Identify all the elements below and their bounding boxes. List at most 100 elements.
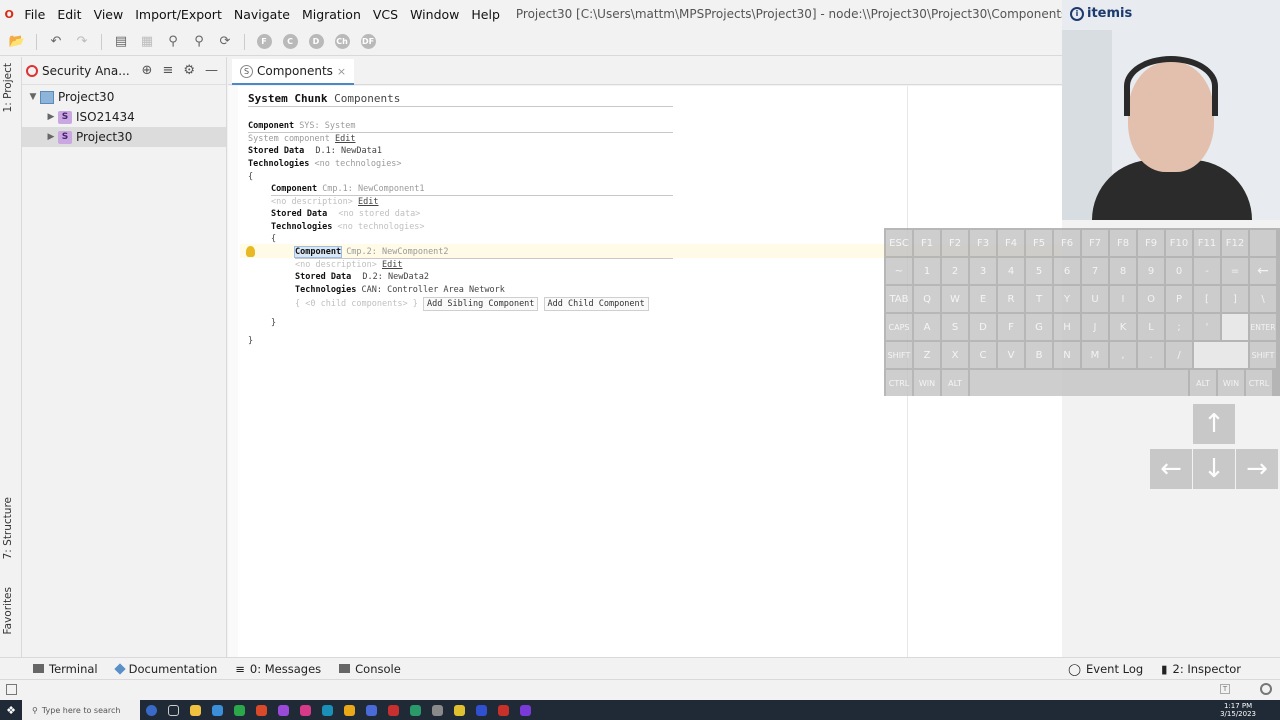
edit-link[interactable]: Edit [358, 197, 378, 207]
description-text[interactable]: <no description> [271, 197, 353, 207]
key[interactable]: F2 [942, 230, 968, 256]
key[interactable]: F7 [1082, 230, 1108, 256]
structure-tool-tab[interactable]: 7: Structure [2, 497, 14, 559]
memory-indicator-icon[interactable] [1260, 683, 1272, 695]
key[interactable]: D [970, 314, 996, 340]
project-tool-tab[interactable]: 1: Project [2, 63, 14, 112]
menu-navigate[interactable]: Navigate [228, 7, 296, 22]
undo-icon[interactable]: ↶ [45, 31, 67, 53]
find-icon[interactable]: ⚲ [162, 31, 184, 53]
key[interactable]: - [1194, 258, 1220, 284]
key[interactable]: C [970, 342, 996, 368]
menu-import-export[interactable]: Import/Export [129, 7, 228, 22]
taskbar-search-input[interactable]: ⚲ Type here to search [22, 700, 140, 720]
documentation-tab[interactable]: Documentation [107, 662, 227, 676]
technologies-value[interactable]: CAN: Controller Area Network [362, 285, 505, 295]
key[interactable]: L [1138, 314, 1164, 340]
key[interactable]: G [1026, 314, 1052, 340]
favorites-tool-tab[interactable]: Favorites [2, 587, 14, 634]
module-icon[interactable]: ▦ [136, 31, 158, 53]
ctrl-key[interactable]: CTRL [886, 370, 912, 396]
messages-tab[interactable]: ≡ 0: Messages [226, 662, 330, 676]
key[interactable]: [ [1194, 286, 1220, 312]
taskbar-app-icon[interactable] [250, 700, 272, 720]
win-key[interactable]: WIN [1218, 370, 1244, 396]
children-placeholder[interactable]: { <0 child components> } [295, 299, 418, 309]
win-key[interactable]: WIN [914, 370, 940, 396]
key[interactable]: 8 [1110, 258, 1136, 284]
key[interactable]: \ [1250, 286, 1276, 312]
key[interactable]: E [970, 286, 996, 312]
key[interactable]: A [914, 314, 940, 340]
stored-data-value[interactable]: D.1: NewData1 [315, 146, 382, 156]
key[interactable]: N [1054, 342, 1080, 368]
arrow-down-key[interactable]: ↓ [1193, 449, 1235, 489]
collapse-all-icon[interactable]: ≡ [162, 63, 173, 78]
taskbar-app-icon[interactable] [272, 700, 294, 720]
chevron-right-icon[interactable]: ▶ [44, 112, 58, 122]
terminal-tab[interactable]: Terminal [24, 662, 107, 676]
key[interactable]: B [1026, 342, 1052, 368]
taskbar-app-icon[interactable] [206, 700, 228, 720]
taskbar-app-icon[interactable] [492, 700, 514, 720]
key[interactable]: 5 [1026, 258, 1052, 284]
key[interactable]: I [1110, 286, 1136, 312]
taskbar-app-icon[interactable] [184, 700, 206, 720]
chevron-down-icon[interactable]: ▼ [26, 92, 40, 102]
tree-item-iso21434[interactable]: ▶ S ISO21434 [22, 107, 226, 127]
taskbar-app-icon[interactable] [448, 700, 470, 720]
key[interactable]: . [1138, 342, 1164, 368]
chunk-name[interactable]: Components [334, 92, 400, 105]
refresh-icon[interactable]: ⟳ [214, 31, 236, 53]
arrow-right-key[interactable]: → [1236, 449, 1278, 489]
key[interactable]: 3 [970, 258, 996, 284]
taskbar-app-icon[interactable] [316, 700, 338, 720]
shift-key[interactable]: SHIFT [886, 342, 912, 368]
key[interactable]: = [1222, 258, 1248, 284]
key[interactable]: Q [914, 286, 940, 312]
alt-key[interactable]: ALT [942, 370, 968, 396]
key[interactable]: H [1054, 314, 1080, 340]
cortana-icon[interactable] [140, 700, 162, 720]
description-text[interactable]: <no description> [295, 260, 377, 270]
find-usages-icon[interactable]: ⚲ [188, 31, 210, 53]
taskbar-app-icon[interactable] [360, 700, 382, 720]
description-text[interactable]: System component [248, 134, 330, 144]
key[interactable]: F4 [998, 230, 1024, 256]
event-log-tab[interactable]: ◯ Event Log [1059, 662, 1152, 676]
taskbar-app-icon[interactable] [514, 700, 536, 720]
shift-key[interactable]: SHIFT [1250, 342, 1276, 368]
tree-item-project30-root[interactable]: ▼ Project30 [22, 87, 226, 107]
panel-toggle-icon[interactable] [6, 684, 17, 695]
key[interactable] [1194, 342, 1248, 368]
key[interactable] [1250, 230, 1276, 256]
technologies-value[interactable]: <no technologies> [315, 159, 402, 169]
key[interactable]: K [1110, 314, 1136, 340]
key[interactable]: S [942, 314, 968, 340]
key[interactable]: F9 [1138, 230, 1164, 256]
arrow-up-key[interactable]: ↑ [1193, 404, 1235, 444]
gear-icon[interactable]: ⚙ [183, 63, 195, 78]
taskbar-app-icon[interactable] [228, 700, 250, 720]
key[interactable]: M [1082, 342, 1108, 368]
menu-window[interactable]: Window [404, 7, 465, 22]
minimize-icon[interactable]: — [205, 63, 218, 78]
lightbulb-icon[interactable] [246, 246, 255, 257]
taskbar-app-icon[interactable] [404, 700, 426, 720]
key[interactable]: TAB [886, 286, 912, 312]
key[interactable]: Y [1054, 286, 1080, 312]
key[interactable]: F10 [1166, 230, 1192, 256]
component-id[interactable]: Cmp.2: NewComponent2 [346, 247, 448, 257]
key[interactable]: R [998, 286, 1024, 312]
key[interactable]: W [942, 286, 968, 312]
stored-data-value[interactable]: D.2: NewData2 [362, 272, 429, 282]
df-action-icon[interactable]: DF [357, 31, 379, 53]
taskbar-app-icon[interactable] [294, 700, 316, 720]
d-action-icon[interactable]: D [305, 31, 327, 53]
key[interactable]: 9 [1138, 258, 1164, 284]
task-view-icon[interactable] [162, 700, 184, 720]
key[interactable]: J [1082, 314, 1108, 340]
key[interactable]: ] [1222, 286, 1248, 312]
ctrl-key[interactable]: CTRL [1246, 370, 1272, 396]
key[interactable]: F6 [1054, 230, 1080, 256]
